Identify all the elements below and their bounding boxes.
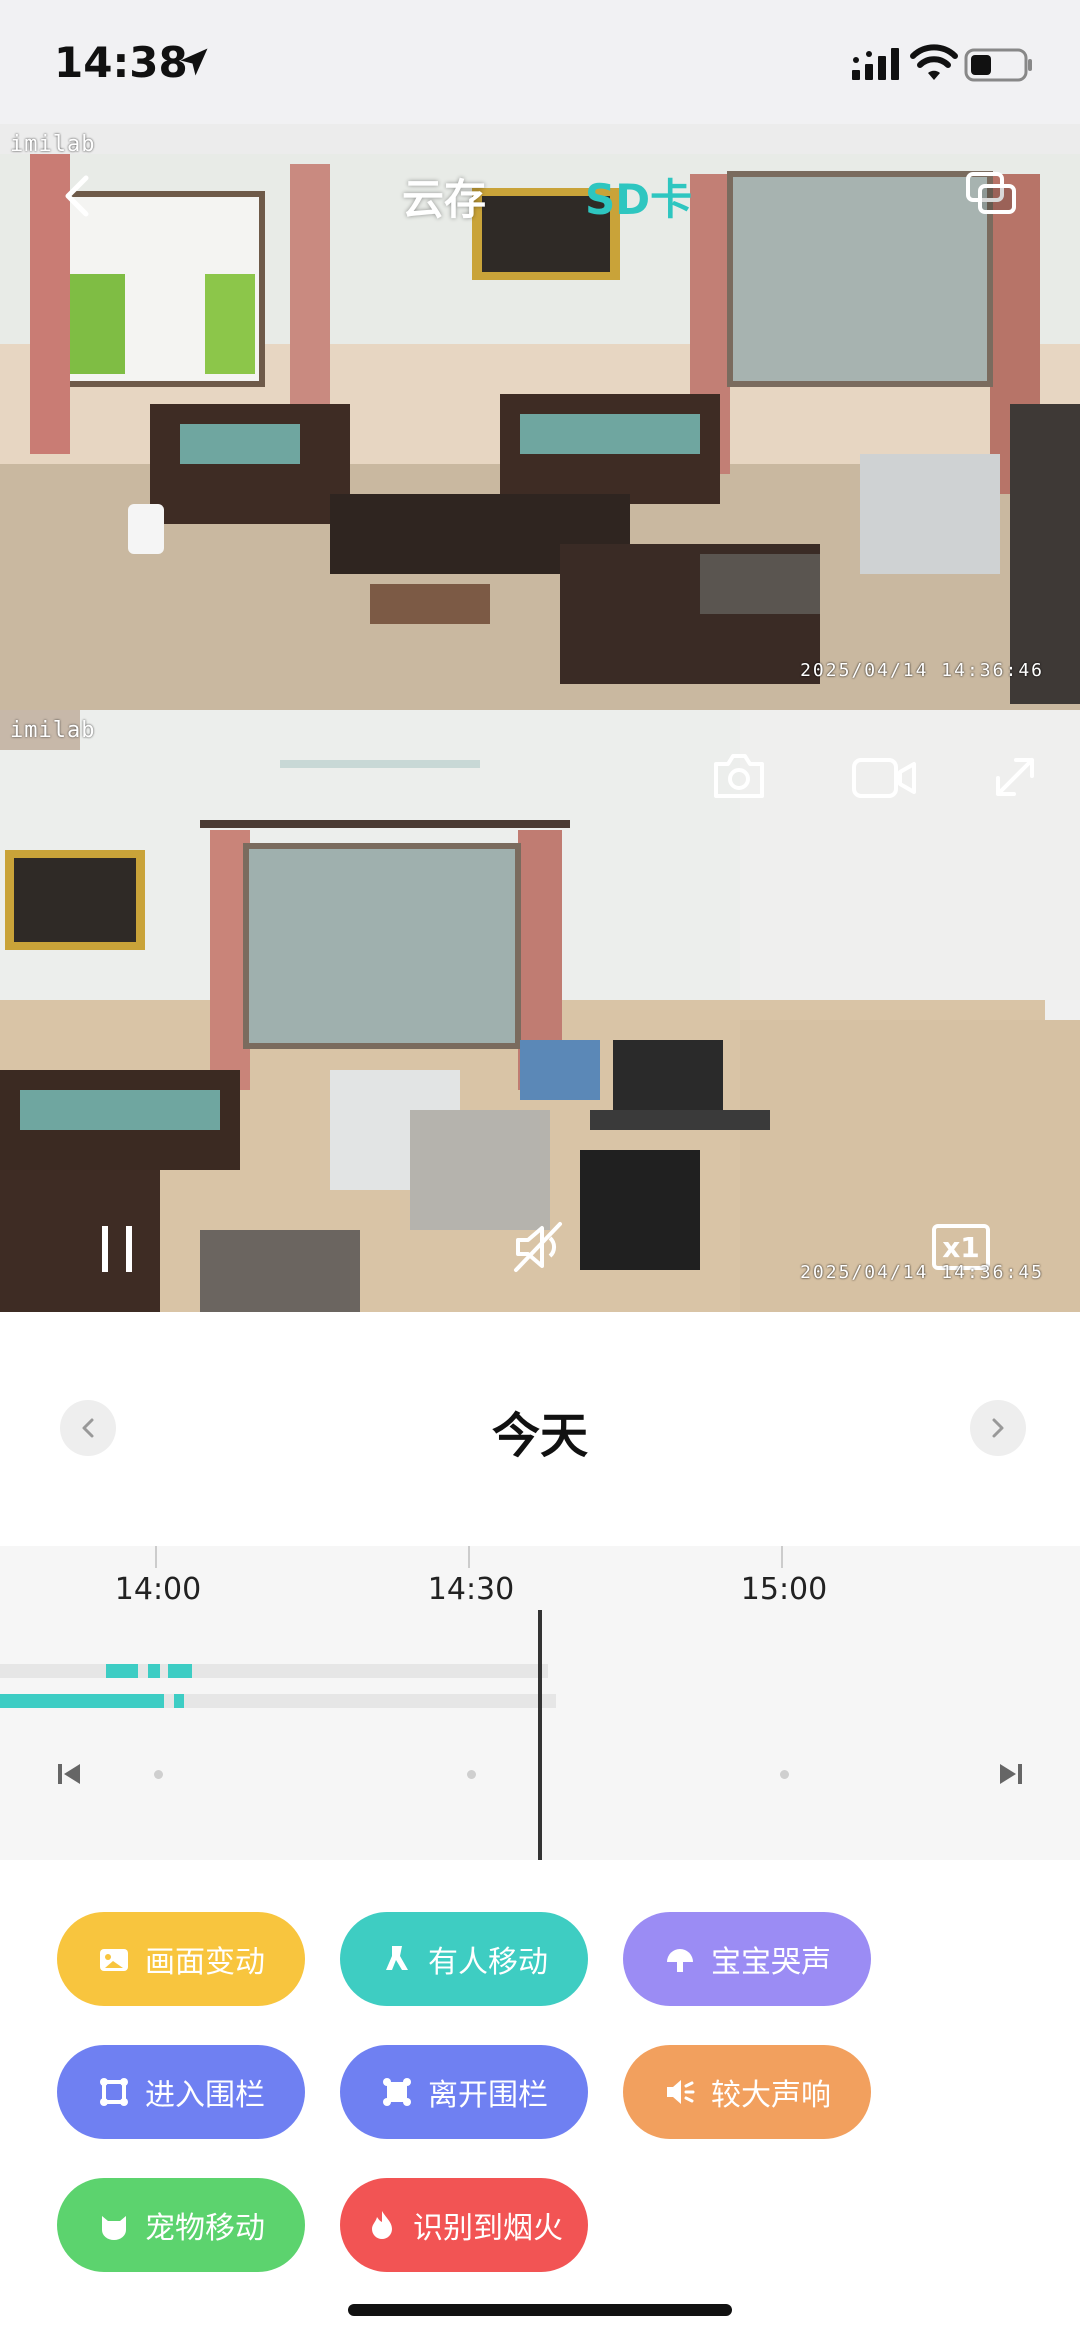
filter-person-motion[interactable]: 有人移动 [340,1912,588,2006]
tick-mark [781,1546,783,1568]
filter-label: 离开围栏 [428,2078,548,2113]
wifi-icon [910,44,958,80]
date-title: 今天 [491,1408,588,1464]
brand-watermark: imilab [10,132,96,157]
filter-label: 宠物移动 [145,2211,265,2246]
timeline-dot [154,1770,163,1779]
picture-icon [100,1949,128,1971]
event-segment[interactable] [174,1694,184,1708]
filter-label: 识别到烟火 [413,2211,563,2246]
tab-cloud-storage[interactable]: 云存 [402,166,486,227]
filter-picture-change[interactable]: 画面变动 [57,1912,305,2006]
event-segment[interactable] [148,1664,160,1678]
skip-next-icon[interactable] [994,1758,1026,1790]
home-indicator[interactable] [348,2304,732,2316]
camera-view-bottom[interactable]: imilab x1 2025/04/14 14:36:45 [0,710,1080,1312]
brand-watermark: imilab [10,718,96,743]
camera-icon[interactable] [710,750,768,802]
event-segment[interactable] [106,1664,138,1678]
fire-icon [372,2211,392,2239]
loud-sound-icon [667,2080,695,2104]
next-day-button[interactable] [970,1400,1026,1456]
timeline-dot [467,1770,476,1779]
pet-icon [102,2216,126,2240]
timeline[interactable]: 14:00 14:30 15:00 [0,1546,1080,1860]
filter-label: 宝宝哭声 [711,1945,831,1980]
expand-icon[interactable] [990,752,1040,802]
dual-screen-icon[interactable] [964,170,1018,218]
video-record-icon[interactable] [850,754,918,802]
location-arrow-icon [180,48,208,76]
tick-label: 15:00 [740,1572,828,1607]
camera-view-top[interactable]: imilab 云存 SD卡 2025/04/14 14:36:46 [0,124,1080,710]
filter-leave-fence[interactable]: 离开围栏 [340,2045,588,2139]
timeline-dot [780,1770,789,1779]
tick-label: 14:00 [114,1572,202,1607]
pause-icon[interactable] [98,1222,138,1276]
skip-previous-icon[interactable] [54,1758,86,1790]
battery-icon [964,48,1032,82]
event-segment[interactable] [0,1694,164,1708]
filter-label: 画面变动 [145,1945,265,1980]
cellular-signal-icon [852,48,899,80]
status-time: 14:38 [54,38,188,87]
baby-icon [667,1949,693,1972]
filter-label: 进入围栏 [145,2078,265,2113]
video-timestamp: 2025/04/14 14:36:46 [800,660,1044,681]
chevron-right-icon [992,1418,1004,1438]
tick-label: 14:30 [427,1572,515,1607]
speaker-muted-icon[interactable] [510,1218,566,1276]
filter-label: 较大声响 [711,2078,831,2113]
event-segment[interactable] [168,1664,192,1678]
status-bar: 14:38 [0,0,1080,124]
fence-leave-icon [383,2078,411,2106]
filter-fire-detected[interactable]: 识别到烟火 [340,2178,588,2272]
date-navigation: 今天 [0,1390,1080,1470]
tick-mark [468,1546,470,1568]
recording-track [0,1664,548,1678]
filter-enter-fence[interactable]: 进入围栏 [57,2045,305,2139]
tick-mark [155,1546,157,1568]
person-walk-icon [386,1946,408,1970]
video-timestamp: 2025/04/14 14:36:45 [800,1262,1044,1283]
filter-pet-motion[interactable]: 宠物移动 [57,2178,305,2272]
filter-label: 有人移动 [428,1945,548,1980]
filter-baby-cry[interactable]: 宝宝哭声 [623,1912,871,2006]
timeline-cursor[interactable] [538,1610,542,1860]
filter-loud-sound[interactable]: 较大声响 [623,2045,871,2139]
back-button[interactable] [58,172,98,220]
fence-enter-icon [100,2078,128,2106]
tab-sd-card[interactable]: SD卡 [585,166,692,227]
